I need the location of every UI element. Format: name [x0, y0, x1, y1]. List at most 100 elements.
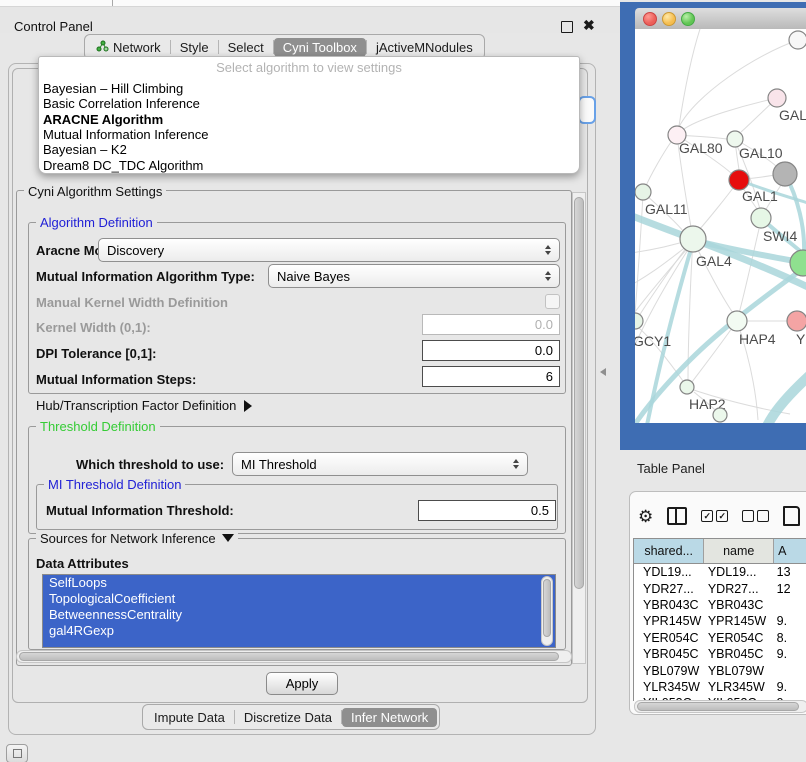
settings-vertical-scrollbar[interactable]	[572, 192, 586, 664]
tab-jactivemnodules[interactable]: jActiveMNodules	[367, 38, 482, 57]
column-layout-icon[interactable]	[667, 507, 687, 525]
tab-style[interactable]: Style	[171, 38, 218, 57]
scrollbar-thumb[interactable]	[543, 579, 551, 637]
network-node-hap4[interactable]	[727, 311, 747, 331]
mi-threshold-input[interactable]	[418, 500, 556, 521]
tab-infer-network[interactable]: Infer Network	[342, 708, 437, 727]
scrollbar-thumb[interactable]	[637, 702, 799, 711]
scrollbar-thumb[interactable]	[19, 652, 559, 661]
table-horizontal-scrollbar[interactable]	[634, 700, 806, 713]
restore-panel-button[interactable]	[6, 744, 28, 762]
splitter-collapse-arrow[interactable]	[600, 368, 606, 376]
column-header[interactable]: A	[774, 539, 806, 564]
table-cell[interactable]: YDR27...	[634, 580, 704, 596]
which-threshold-select[interactable]: MI Threshold	[232, 452, 528, 476]
table-cell[interactable]: YER054C	[704, 630, 774, 646]
network-node-y[interactable]	[787, 311, 806, 331]
aracne-mode-select[interactable]: Discovery	[98, 238, 560, 262]
tab-network[interactable]: Network	[87, 38, 170, 57]
table-cell[interactable]: YLR345W	[634, 679, 704, 695]
algorithm-option[interactable]: Bayesian – K2	[43, 142, 127, 157]
network-node[interactable]	[713, 408, 727, 422]
network-node-gal1[interactable]	[729, 170, 749, 190]
mi-type-select[interactable]: Naive Bayes	[268, 264, 560, 288]
table-cell[interactable]: YBL079W	[704, 662, 774, 678]
network-view-canvas[interactable]: GALGAL80GAL10GAL1GAL11SWI4GAL4GCY1HAP4YH…	[635, 29, 806, 423]
table-cell[interactable]: YLR345W	[704, 679, 774, 695]
network-node[interactable]	[789, 31, 806, 49]
select-all-checkboxes-icon[interactable]: ✓✓	[701, 510, 728, 522]
spinner-icon[interactable]	[513, 459, 519, 469]
table-row[interactable]: YDR27...YDR27...12	[634, 580, 806, 596]
data-attribute-item[interactable]: BetweennessCentrality	[43, 607, 555, 623]
apply-button[interactable]: Apply	[266, 672, 338, 695]
close-panel-icon[interactable]: ✖	[583, 17, 595, 34]
algorithm-option[interactable]: Bayesian – Hill Climbing	[43, 81, 183, 96]
table-row[interactable]: YDL19...YDL19...13	[634, 564, 806, 581]
table-row[interactable]: YLR345WYLR345W9.	[634, 679, 806, 695]
network-node-hap2[interactable]	[680, 380, 694, 394]
network-node-gcy1[interactable]	[635, 313, 643, 329]
data-attribute-item[interactable]: gal4RGexp	[43, 623, 555, 639]
network-node-gal4[interactable]	[680, 226, 706, 252]
network-node[interactable]	[773, 162, 797, 186]
table-cell[interactable]	[774, 662, 806, 678]
table-cell[interactable]: 13	[774, 564, 806, 581]
data-attribute-item[interactable]: TopologicalCoefficient	[43, 591, 555, 607]
expand-arrow-icon[interactable]	[244, 400, 252, 412]
algorithm-option[interactable]: Mutual Information Inference	[43, 127, 208, 142]
algorithm-option[interactable]: Dream8 DC_TDC Algorithm	[43, 158, 203, 173]
table-cell[interactable]: 9.	[774, 613, 806, 629]
table-cell[interactable]: 12	[774, 580, 806, 596]
tab-select[interactable]: Select	[219, 38, 273, 57]
table-row[interactable]: YER054CYER054C8.	[634, 630, 806, 646]
table-cell[interactable]: YDL19...	[704, 564, 774, 581]
table-cell[interactable]: YDR27...	[704, 580, 774, 596]
sources-title[interactable]: Sources for Network Inference	[36, 531, 238, 546]
column-header[interactable]: name	[704, 539, 774, 564]
spinner-icon[interactable]	[545, 271, 551, 281]
table-row[interactable]: YBR045CYBR045C9.	[634, 646, 806, 662]
table-cell[interactable]: 9.	[774, 679, 806, 695]
table-cell[interactable]: YBL079W	[634, 662, 704, 678]
table-cell[interactable]: YBR045C	[704, 646, 774, 662]
table-row[interactable]: YBL079WYBL079W	[634, 662, 806, 678]
hub-definition-toggle[interactable]: Hub/Transcription Factor Definition	[36, 398, 252, 413]
window-zoom-button[interactable]	[681, 12, 695, 26]
algorithm-option[interactable]: ARACNE Algorithm	[43, 112, 163, 127]
table-cell[interactable]: YBR043C	[704, 597, 774, 613]
network-node-swi4[interactable]	[751, 208, 771, 228]
dpi-tolerance-input[interactable]	[422, 340, 560, 361]
mi-steps-input[interactable]	[422, 366, 560, 387]
algorithm-option[interactable]: Basic Correlation Inference	[43, 96, 200, 111]
tab-discretize-data[interactable]: Discretize Data	[235, 708, 341, 727]
collapse-arrow-icon[interactable]	[222, 534, 234, 542]
table-row[interactable]: YPR145WYPR145W9.	[634, 613, 806, 629]
window-close-button[interactable]	[643, 12, 657, 26]
table-cell[interactable]: YPR145W	[704, 613, 774, 629]
window-minimize-button[interactable]	[662, 12, 676, 26]
file-icon[interactable]	[783, 506, 800, 526]
focused-button-fragment[interactable]	[578, 96, 596, 124]
table-cell[interactable]: YBR045C	[634, 646, 704, 662]
table-cell[interactable]: YBR043C	[634, 597, 704, 613]
network-node-gal11[interactable]	[635, 184, 651, 200]
table-cell[interactable]: YDL19...	[634, 564, 704, 581]
table-cell[interactable]: YER054C	[634, 630, 704, 646]
attributes-list-scrollbar[interactable]	[541, 576, 553, 646]
tab-impute-data[interactable]: Impute Data	[145, 708, 234, 727]
spinner-icon[interactable]	[545, 245, 551, 255]
kernel-width-input[interactable]	[422, 314, 560, 335]
float-panel-icon[interactable]	[561, 21, 573, 33]
tab-cyni-toolbox[interactable]: Cyni Toolbox	[274, 38, 366, 57]
network-node[interactable]	[790, 250, 806, 276]
manual-kernel-width-checkbox[interactable]	[545, 294, 560, 309]
column-header[interactable]: shared...	[634, 539, 704, 564]
table-cell[interactable]: 8.	[774, 630, 806, 646]
table-row[interactable]: YBR043CYBR043C	[634, 597, 806, 613]
gear-icon[interactable]: ⚙	[638, 508, 653, 525]
table-cell[interactable]: 9.	[774, 646, 806, 662]
data-attribute-item[interactable]: SelfLoops	[43, 575, 555, 591]
network-node-gal[interactable]	[768, 89, 786, 107]
network-window-titlebar[interactable]	[635, 8, 806, 30]
